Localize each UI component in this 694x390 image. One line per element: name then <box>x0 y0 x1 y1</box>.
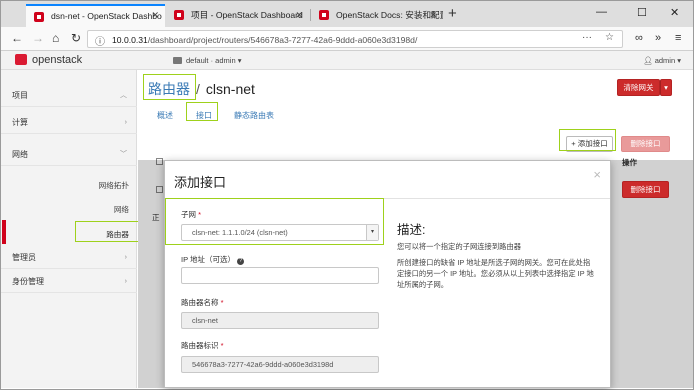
help-icon[interactable]: ? <box>237 258 245 265</box>
router-name-field: clsn-net <box>181 312 379 329</box>
row-delete-interface-button[interactable]: 删除接口 <box>622 181 669 198</box>
sidebar-item-label: 网络 <box>12 150 28 159</box>
sidebar-item-project[interactable]: 项目 ︿ <box>1 85 137 107</box>
modal-divider <box>165 198 610 199</box>
description-line-1: 您可以将一个指定的子网连接到路由器 <box>397 242 522 251</box>
required-marker: * <box>220 298 224 307</box>
close-window-icon[interactable]: ✕ <box>670 6 679 19</box>
chevron-right-icon: › <box>124 119 127 126</box>
openstack-logo[interactable]: openstack <box>15 54 82 66</box>
subnet-label-text: 子网 <box>181 210 196 219</box>
sidebar-item-routers[interactable]: 路由器 <box>106 229 129 240</box>
active-indicator <box>2 220 6 244</box>
description-title: 描述: <box>397 223 426 237</box>
sidebar-item-network[interactable]: 网络 ﹀ <box>1 144 137 166</box>
tab-static-routes[interactable]: 静态路由表 <box>234 110 274 121</box>
close-icon[interactable]: × <box>593 167 601 182</box>
required-marker: * <box>220 341 224 350</box>
router-id-field: 546678a3-7277-42a6-9ddd-a060e3d3198d <box>181 356 379 373</box>
url-text: 10.0.0.31/dashboard/project/routers/5466… <box>112 35 417 45</box>
router-name-title: clsn-net <box>205 81 255 97</box>
project-icon <box>173 57 182 64</box>
tab-overview[interactable]: 概述 <box>157 110 173 121</box>
new-tab-icon[interactable]: + <box>448 4 457 24</box>
browser-nav-bar: ← → ⌂ ↻ ⓘ 10.0.0.31/dashboard/project/ro… <box>1 27 693 51</box>
browser-tab-project[interactable]: 项目 - OpenStack Dashboard ✕ <box>166 4 309 27</box>
required-marker: * <box>198 210 202 219</box>
more-actions-button[interactable]: ▾ <box>660 79 672 96</box>
sidebar-item-admin[interactable]: 管理员 › <box>1 247 137 269</box>
openstack-favicon-icon <box>34 12 44 22</box>
modal-title: 添加接口 <box>174 175 227 190</box>
tab-title: OpenStack Docs: 安装和配置 <box>336 10 443 20</box>
subnet-select[interactable]: clsn-net: 1.1.1.0/24 (clsn-net) ▾ <box>181 224 379 241</box>
url-bar[interactable]: ⓘ 10.0.0.31/dashboard/project/routers/54… <box>87 30 623 48</box>
overflow-chevron-icon[interactable]: » <box>655 31 661 45</box>
page-title: 路由器 / clsn-net <box>148 79 255 99</box>
forward-icon[interactable]: → <box>32 31 44 45</box>
breadcrumb-routers-link[interactable]: 路由器 <box>148 81 190 97</box>
chevron-up-icon: ︿ <box>120 92 127 99</box>
sidebar-item-label: 管理员 <box>12 253 36 262</box>
user-icon: 👤︎ <box>643 56 655 65</box>
breadcrumb-separator: / <box>196 81 200 97</box>
router-id-label: 路由器标识 * <box>181 340 224 351</box>
sidebar-item-label: 身份管理 <box>12 277 44 286</box>
chevron-down-icon: ▾ <box>366 225 378 240</box>
maximize-icon[interactable]: ☐ <box>637 6 647 19</box>
project-selector-label: default · admin ▾ <box>186 56 242 65</box>
reader-view-icon[interactable]: ∞ <box>635 31 643 45</box>
ip-address-label: IP 地址（可选） ? <box>181 254 245 265</box>
page-info-icon[interactable]: ⓘ <box>95 33 105 48</box>
url-path: /dashboard/project/routers/546678a3-7277… <box>147 35 418 45</box>
sidebar: 项目 ︿ 计算 › 网络 ﹀ 网络拓扑 网络 路由器 管理员 › 身份管理 › <box>1 70 137 388</box>
chevron-right-icon: › <box>124 278 127 285</box>
openstack-header: openstack default · admin ▾ 👤︎ admin ▾ <box>1 51 693 70</box>
sidebar-item-network-topology[interactable]: 网络拓扑 <box>99 180 129 191</box>
ip-address-label-text: IP 地址（可选） <box>181 255 236 264</box>
project-selector[interactable]: default · admin ▾ <box>173 56 241 65</box>
user-menu[interactable]: 👤︎ admin ▾ <box>643 56 681 65</box>
close-tab-icon[interactable]: ✕ <box>151 6 159 26</box>
subnet-select-value: clsn-net: 1.1.1.0/24 (clsn-net) <box>192 228 288 237</box>
subnet-label: 子网 * <box>181 209 201 220</box>
page-actions-icon[interactable]: ··· <box>582 32 592 43</box>
description-line-2: 所创建接口的缺省 IP 地址是所选子网的网关。您可在此处指定接口的另一个 IP … <box>397 258 594 289</box>
openstack-logo-icon <box>15 54 27 65</box>
router-name-label: 路由器名称 * <box>181 297 224 308</box>
home-icon[interactable]: ⌂ <box>52 31 59 45</box>
browser-tab-bar: dsn-net - OpenStack Dashbo ✕ 项目 - OpenSt… <box>1 1 693 27</box>
chevron-down-icon: ﹀ <box>120 151 127 158</box>
tab-interfaces[interactable]: 接口 <box>196 110 212 121</box>
openstack-favicon-icon <box>174 10 184 20</box>
sidebar-item-label: 计算 <box>12 118 28 127</box>
back-icon[interactable]: ← <box>11 31 23 45</box>
router-name-label-text: 路由器名称 <box>181 298 219 307</box>
logo-text: openstack <box>32 54 83 66</box>
browser-tab-docs[interactable]: OpenStack Docs: 安装和配置 ✕ <box>311 4 443 27</box>
tab-title: dsn-net - OpenStack Dashbo <box>51 11 162 21</box>
sidebar-item-identity[interactable]: 身份管理 › <box>1 271 137 293</box>
browser-tab-dsn-net[interactable]: dsn-net - OpenStack Dashbo ✕ <box>26 4 165 27</box>
ip-address-input[interactable] <box>181 267 379 284</box>
url-host: 10.0.0.31 <box>112 35 148 45</box>
sidebar-item-label: 项目 <box>12 91 28 100</box>
add-interface-modal: 添加接口 × 子网 * clsn-net: 1.1.1.0/24 (clsn-n… <box>164 160 611 388</box>
delete-interfaces-button[interactable]: 删除接口 <box>621 136 670 152</box>
menu-icon[interactable]: ≡ <box>675 31 681 45</box>
minimize-icon[interactable]: — <box>596 6 607 18</box>
router-id-label-text: 路由器标识 <box>181 341 219 350</box>
close-tab-icon[interactable]: ✕ <box>295 4 303 27</box>
tab-title: 项目 - OpenStack Dashboard <box>191 10 303 20</box>
close-tab-icon[interactable]: ✕ <box>429 4 437 27</box>
user-menu-label: admin ▾ <box>654 56 681 65</box>
reload-icon[interactable]: ↻ <box>71 31 81 45</box>
clear-gateway-button[interactable]: 清除网关 <box>617 79 660 96</box>
chevron-right-icon: › <box>124 254 127 261</box>
sidebar-item-networks[interactable]: 网络 <box>114 204 129 215</box>
add-interface-button[interactable]: + 添加接口 <box>566 136 613 152</box>
sidebar-item-compute[interactable]: 计算 › <box>1 112 137 134</box>
bookmark-star-icon[interactable]: ☆ <box>605 32 614 43</box>
openstack-favicon-icon <box>319 10 329 20</box>
